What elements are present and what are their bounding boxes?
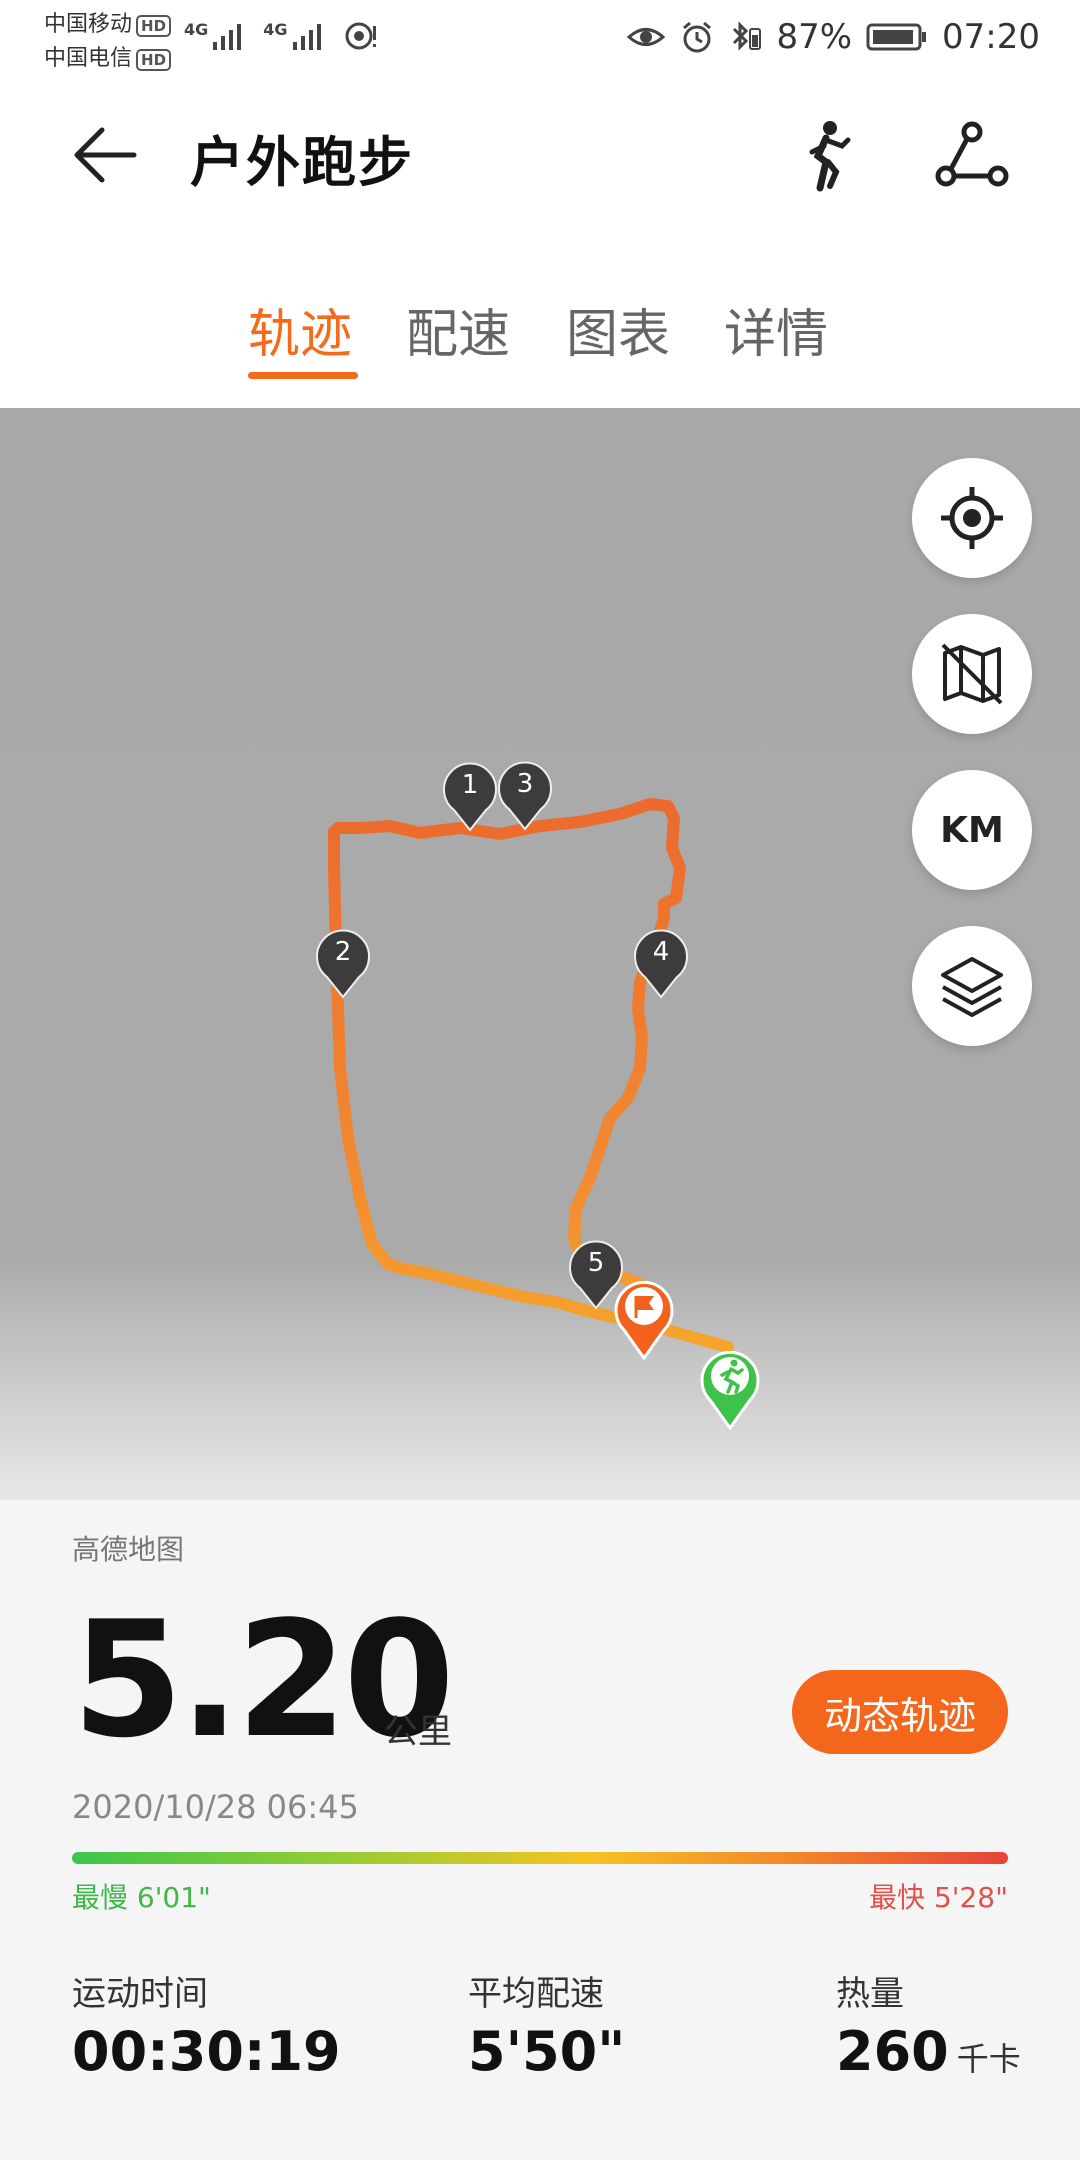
carrier-1-label: 中国移动 [44, 12, 133, 37]
signal-icon-1: 4G [184, 20, 247, 52]
km-marker-1-label: 1 [461, 770, 479, 800]
locate-button[interactable] [912, 458, 1032, 578]
km-toggle-button[interactable]: KM [912, 770, 1032, 890]
carrier-1: 中国移动 HD [44, 6, 172, 38]
share-route-icon[interactable] [932, 116, 1012, 196]
distance-unit: 公里 [384, 1712, 452, 1752]
map-provider: 高德地图 [72, 1533, 185, 1566]
stat-pace-value: 5'50" [468, 2020, 625, 2083]
eye-comfort-icon [627, 28, 666, 46]
km-marker-2[interactable]: 2 [313, 929, 373, 999]
stat-calories-label: 热量 [836, 1974, 904, 2014]
alarm-icon [683, 21, 712, 53]
stat-calories-value: 260 千卡 [836, 2020, 1021, 2083]
layers-button[interactable] [912, 926, 1032, 1046]
stat-pace-number: 5'50" [468, 2020, 626, 2083]
hotspot-icon [345, 22, 376, 50]
pace-gradient-bar [72, 1852, 1008, 1864]
bluetooth-battery-icon [733, 21, 762, 51]
runner-icon[interactable] [790, 116, 870, 196]
start-runner-icon[interactable] [698, 1346, 762, 1430]
locate-icon [941, 487, 1003, 549]
dynamic-track-button[interactable]: 动态轨迹 [792, 1670, 1008, 1754]
slowest-pace: 最慢 6'01" [72, 1881, 211, 1914]
stat-calories-number: 260 [836, 2020, 949, 2083]
tab-chart[interactable]: 图表 [566, 292, 670, 367]
network-type-1: 4G [184, 20, 209, 39]
stat-duration-number: 00:30:19 [72, 2020, 341, 2083]
tab-details[interactable]: 详情 [724, 292, 828, 367]
active-tab-indicator [248, 372, 358, 379]
layers-icon [941, 957, 1003, 1017]
tab-pace[interactable]: 配速 [406, 292, 510, 367]
km-marker-4-label: 4 [652, 937, 670, 967]
battery-icon [866, 23, 927, 51]
page-title: 户外跑步 [190, 131, 414, 194]
signal-icon-2: 4G [263, 20, 326, 52]
km-toggle-label: KM [940, 809, 1004, 851]
end-flag-icon[interactable] [612, 1276, 676, 1360]
status-right: 87% 07:20 [626, 12, 1040, 62]
km-marker-1[interactable]: 1 [440, 762, 500, 832]
back-arrow-icon[interactable] [70, 120, 140, 190]
tab-bar: 轨迹 配速 图表 详情 [0, 236, 1080, 408]
route-map[interactable]: 1 2 3 4 5 KM [0, 408, 1080, 1500]
battery-percent: 87% [776, 17, 853, 57]
stat-calories-unit: 千卡 [956, 2040, 1021, 2078]
km-marker-5-label: 5 [587, 1248, 605, 1278]
clock: 07:20 [942, 17, 1040, 57]
carrier-2: 中国电信 HD [44, 40, 172, 72]
stat-pace-label: 平均配速 [468, 1974, 604, 2014]
km-marker-4[interactable]: 4 [631, 929, 691, 999]
km-marker-3[interactable]: 3 [495, 761, 555, 831]
run-datetime: 2020/10/28 06:45 [72, 1788, 359, 1826]
tab-track[interactable]: 轨迹 [248, 292, 352, 367]
carrier-2-label: 中国电信 [44, 46, 133, 71]
app-header: 户外跑步 [0, 76, 1080, 236]
stat-duration-label: 运动时间 [72, 1974, 208, 2014]
fastest-pace: 最快 5'28" [869, 1881, 1008, 1914]
route-path [328, 798, 734, 1353]
network-type-2: 4G [263, 20, 288, 39]
km-marker-2-label: 2 [334, 937, 352, 967]
hd-badge-2: HD [136, 49, 172, 71]
network-icons: 4G 4G [184, 14, 379, 58]
map-toggle-button[interactable] [912, 614, 1032, 734]
status-bar: 中国移动 HD 中国电信 HD 4G 4G 87% 07:20 [0, 0, 1080, 76]
map-toggle-icon [941, 643, 1003, 705]
stat-duration-value: 00:30:19 [72, 2020, 341, 2083]
hd-badge: HD [136, 15, 172, 37]
route-track [328, 798, 734, 1353]
km-marker-3-label: 3 [516, 769, 534, 799]
